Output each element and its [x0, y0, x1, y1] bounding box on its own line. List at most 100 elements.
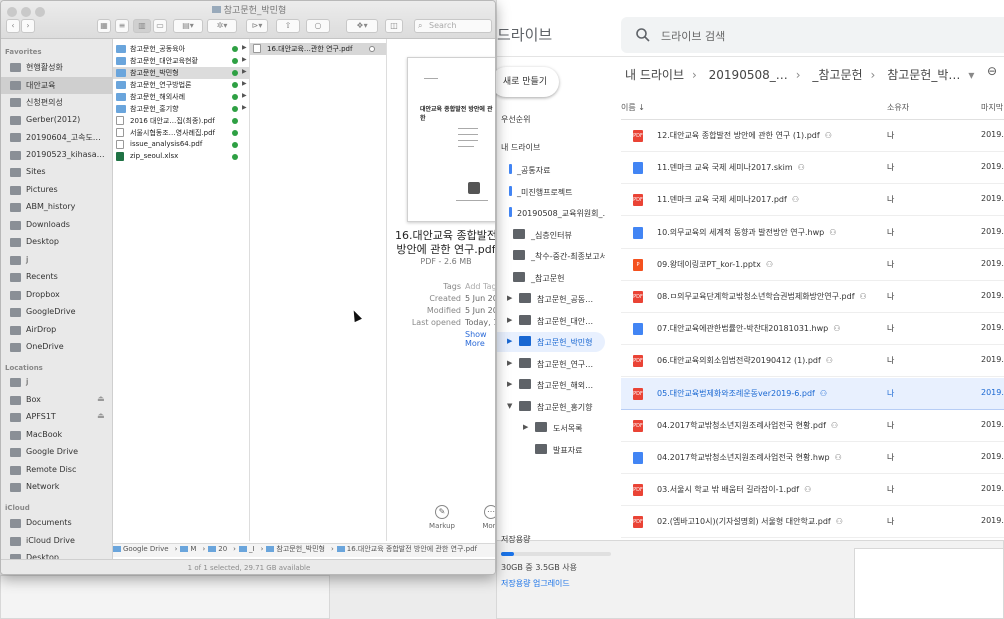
- file-row[interactable]: PDF 11.덴마크 교육 국제 세미나2017.pdf ⚇ 나 2019.: [621, 184, 1004, 217]
- drive-tree-item[interactable]: ▶ 참고문헌_해외…: [497, 375, 605, 395]
- sidebar-item[interactable]: Downloads: [1, 217, 112, 234]
- drive-tree-item[interactable]: 20190508_교육위원회_…: [497, 203, 605, 223]
- drive-tree-item[interactable]: _미진행프로젝트: [497, 182, 605, 202]
- sidebar-item[interactable]: Gerber(2012): [1, 112, 112, 129]
- file-row[interactable]: 11.덴마크 교육 국제 세미나2017.skim ⚇ 나 2019.: [621, 152, 1004, 185]
- file-row[interactable]: PDF 05.대안교육법제화와조례운동ver2019-6.pdf ⚇ 나 2019.: [621, 377, 1004, 410]
- chevron-down-icon[interactable]: ▼: [507, 402, 515, 410]
- column-name-header[interactable]: 이름 ↓: [621, 102, 645, 113]
- finder-search-input[interactable]: ⌕ Search: [414, 19, 492, 33]
- tag-icon[interactable]: ○: [306, 19, 330, 33]
- back-button[interactable]: ‹: [6, 19, 20, 33]
- file-row[interactable]: 16.대안교육…관한 연구.pdf: [250, 43, 386, 55]
- gallery-view-button[interactable]: ▭: [153, 19, 167, 33]
- file-row[interactable]: 04.2017학교밖청소년지원조례사업전국 현황.hwp ⚇ 나 2019.: [621, 442, 1004, 474]
- link-icon[interactable]: ⊖: [987, 64, 997, 78]
- sidebar-item[interactable]: Recents: [1, 269, 112, 286]
- folder-row[interactable]: 참고문헌_박민형 ▶: [113, 67, 249, 79]
- show-more-link[interactable]: Show More: [465, 330, 495, 348]
- markup-button[interactable]: ✎ Markup: [422, 505, 462, 530]
- gear-icon[interactable]: ✲▾: [207, 19, 237, 33]
- drive-tree-item[interactable]: ▶ 도서목록: [497, 418, 605, 438]
- new-button[interactable]: 새로 만들기: [491, 67, 559, 97]
- column-view-button[interactable]: ▥: [133, 19, 151, 33]
- folder-row[interactable]: 참고문헌_해외사례 ▶: [113, 91, 249, 103]
- sidebar-item[interactable]: MacBook: [1, 427, 112, 444]
- folder-row[interactable]: 참고문헌_홍기향 ▶: [113, 103, 249, 115]
- drive-tree-item[interactable]: ▶ 참고문헌_박민형: [497, 332, 605, 352]
- group-button[interactable]: ▤▾: [173, 19, 203, 33]
- path-item[interactable]: 16.대안교육 종합발전 방안에 관한 연구.pdf: [336, 545, 480, 553]
- file-row[interactable]: 10.의무교육의 세계적 동향과 발전방안 연구.hwp ⚇ 나 2019.: [621, 217, 1004, 249]
- share-menu-button[interactable]: ⊳▾: [246, 19, 268, 33]
- tags-value[interactable]: Add Tags...: [465, 282, 495, 291]
- sidebar-item[interactable]: 20190523_kihasa…: [1, 147, 112, 164]
- more-button[interactable]: ⋯ More: [471, 505, 495, 530]
- sidebar-item[interactable]: OneDrive: [1, 339, 112, 356]
- breadcrumb-item[interactable]: 20190508_…: [709, 68, 788, 82]
- breadcrumb-item-current[interactable]: 참고문헌_박…: [887, 68, 960, 82]
- file-row[interactable]: 2016 대안교…집(최종).pdf: [113, 115, 249, 127]
- icon-view-button[interactable]: ▦: [97, 19, 111, 33]
- chevron-right-icon[interactable]: ▶: [507, 359, 515, 367]
- chevron-right-icon[interactable]: ▶: [507, 294, 515, 302]
- sidebar-item[interactable]: 대안교육: [1, 76, 112, 94]
- sidebar-item[interactable]: iCloud Drive: [1, 533, 112, 550]
- share-icon[interactable]: ⇧: [276, 19, 300, 33]
- chevron-right-icon[interactable]: ▶: [507, 380, 515, 388]
- path-item[interactable]: M: [180, 545, 199, 553]
- storage-upgrade-link[interactable]: 저장용량 업그레이드: [501, 578, 570, 589]
- chevron-right-icon[interactable]: ▶: [507, 337, 515, 345]
- sidebar-item[interactable]: APFS1T ⏏: [1, 409, 112, 426]
- folder-row[interactable]: 참고문헌_연구방법론 ▶: [113, 79, 249, 91]
- breadcrumb-item[interactable]: _참고문헌: [812, 68, 862, 82]
- drive-tree-item[interactable]: _공통자료: [497, 160, 605, 180]
- chevron-right-icon[interactable]: ▶: [507, 316, 515, 324]
- sidebar-item[interactable]: Dropbox: [1, 287, 112, 304]
- sidebar-item[interactable]: Box ⏏: [1, 392, 112, 409]
- drive-tree-item[interactable]: ▼ 참고문헌_홍기향: [497, 397, 605, 417]
- file-row[interactable]: PDF 04.2017학교밖청소년지원조례사업전국 현황.pdf ⚇ 나 2019.: [621, 410, 1004, 442]
- file-row[interactable]: PDF 12.대안교육 종합발전 방안에 관한 연구 (1).pdf ⚇ 나 2019.: [621, 120, 1004, 152]
- path-item[interactable]: _I: [238, 545, 258, 553]
- file-row[interactable]: P 09.왕데이링코PT_kor-1.pptx ⚇ 나 2019.: [621, 249, 1004, 281]
- file-row[interactable]: PDF 02.(엠바고10시)(기자설명회) 서울형 대안학교.pdf ⚇ 나 2019…: [621, 506, 1004, 539]
- file-row[interactable]: 07.대안교육에관한법률안-박찬대20181031.hwp ⚇ 나 2019.: [621, 313, 1004, 346]
- eject-icon[interactable]: ⏏: [97, 411, 105, 420]
- drive-tree-item[interactable]: _착수-중간-최종보고서: [497, 246, 605, 266]
- sidebar-item[interactable]: Remote Disc: [1, 462, 112, 479]
- sidebar-item[interactable]: 현행활성화: [1, 59, 112, 76]
- sidebar-item[interactable]: Google Drive: [1, 444, 112, 461]
- priority-link[interactable]: 우선순위: [501, 114, 530, 125]
- file-row[interactable]: PDF 06.대안교육의회소입법전략20190412 (1).pdf ⚇ 나 2019.: [621, 345, 1004, 378]
- sidebar-item[interactable]: j: [1, 252, 112, 269]
- sidebar-item[interactable]: 신청편의성: [1, 94, 112, 111]
- sidebar-item[interactable]: Desktop: [1, 234, 112, 251]
- file-row[interactable]: zip_seoul.xlsx: [113, 151, 249, 163]
- sidebar-item[interactable]: Documents: [1, 515, 112, 532]
- eject-icon[interactable]: ⏏: [97, 394, 105, 403]
- file-row[interactable]: issue_analysis64.pdf: [113, 139, 249, 151]
- sidebar-item[interactable]: 20190604_고속도…: [1, 129, 112, 146]
- drive-tree-item[interactable]: ▶ 참고문헌_연구…: [497, 354, 605, 374]
- folder-row[interactable]: 참고문헌_대안교육현황 ▶: [113, 55, 249, 67]
- sidebar-item[interactable]: AirDrop: [1, 322, 112, 339]
- drive-tree-item[interactable]: _참고문헌: [497, 268, 605, 288]
- drive-search-box[interactable]: 드라이브 검색: [621, 17, 1004, 53]
- drive-tree-item[interactable]: 발표자료: [497, 440, 605, 460]
- list-view-button[interactable]: ≡: [115, 19, 129, 33]
- drive-tree-item[interactable]: ▶ 참고문헌_공동…: [497, 289, 605, 309]
- dropbox-sync-icon[interactable]: ◫: [385, 19, 403, 33]
- breadcrumb-item[interactable]: 내 드라이브: [625, 68, 684, 82]
- dropbox-icon[interactable]: ❖▾: [346, 19, 378, 33]
- path-item[interactable]: 20: [208, 545, 230, 553]
- sidebar-item[interactable]: GoogleDrive: [1, 304, 112, 321]
- my-drive-link[interactable]: 내 드라이브: [501, 142, 540, 153]
- chevron-down-icon[interactable]: ▾: [968, 68, 974, 82]
- chevron-right-icon[interactable]: ▶: [523, 423, 531, 431]
- drive-tree-item[interactable]: ▶ 참고문헌_대안…: [497, 311, 605, 331]
- path-item[interactable]: 참고문헌_박민형: [266, 545, 328, 553]
- path-item[interactable]: Google Drive: [113, 545, 172, 553]
- drive-tree-item[interactable]: _심층인터뷰: [497, 225, 605, 245]
- forward-button[interactable]: ›: [21, 19, 35, 33]
